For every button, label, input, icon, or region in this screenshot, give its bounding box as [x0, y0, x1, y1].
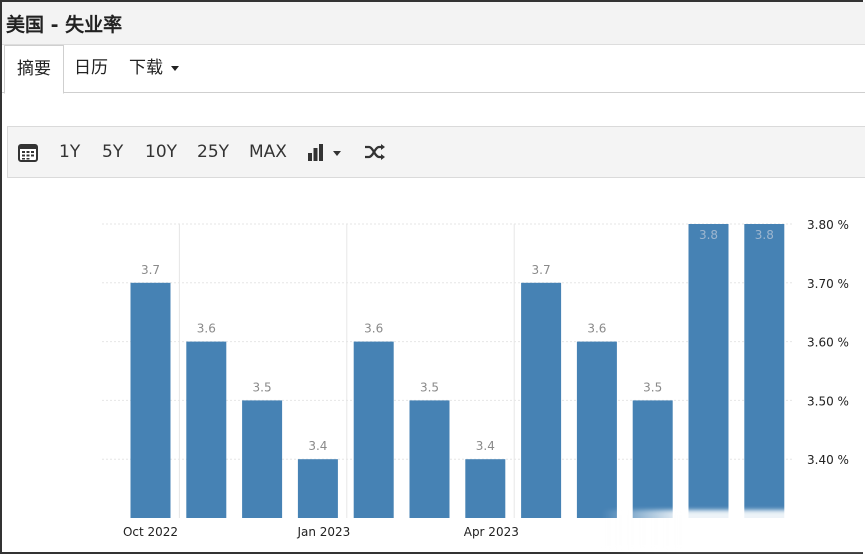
y-tick-label: 3.70 %	[807, 277, 849, 291]
range-25y-button[interactable]: 25Y	[197, 127, 229, 177]
chart-toolbar: 1Y 5Y 10Y 25Y MAX	[7, 126, 865, 178]
bar-value-label: 3.5	[420, 380, 439, 394]
tab-download[interactable]: 下载	[117, 45, 191, 91]
bar-value-label: 3.4	[476, 439, 495, 453]
bar-jul-2023	[632, 400, 673, 518]
bar-dec-2022	[242, 400, 283, 518]
range-5y-button[interactable]: 5Y	[102, 127, 123, 177]
bar-value-label: 3.5	[643, 380, 662, 394]
x-tick-label: Oct 2022	[123, 525, 178, 539]
bar-value-label: 3.7	[532, 263, 551, 277]
range-max-button[interactable]: MAX	[249, 127, 287, 177]
bar-feb-2023	[353, 341, 394, 518]
bar-value-label: 3.4	[308, 439, 327, 453]
y-tick-label: 3.60 %	[807, 336, 849, 350]
page-title: 美国 - 失业率	[6, 14, 123, 36]
chevron-down-icon	[171, 65, 179, 71]
bar-value-label: 3.8	[755, 228, 774, 242]
bar-apr-2023	[465, 459, 506, 518]
y-tick-label: 3.40 %	[807, 453, 849, 467]
bar-value-label: 3.6	[364, 322, 383, 336]
x-tick-label: Jan 2023	[296, 525, 350, 539]
bar-may-2023	[521, 282, 562, 518]
x-tick-label: Apr 2023	[464, 525, 519, 539]
range-1y-button[interactable]: 1Y	[59, 127, 80, 177]
bar-chart-icon[interactable]	[307, 143, 347, 165]
bar-value-label: 3.6	[197, 322, 216, 336]
unemployment-bar-chart: 3.7 3.6 3.5 3.4 3.6 3.5 3.4 3.7 3.6 3.5 3.8 3.8 Oct …	[102, 218, 849, 539]
bar-value-label: 3.8	[699, 228, 718, 242]
y-tick-label: 3.80 %	[807, 218, 849, 232]
range-10y-button[interactable]: 10Y	[145, 127, 177, 177]
window-frame: 美国 - 失业率 摘要 日历 下载 1Y 5Y 10Y 25Y MAX 3.7 …	[0, 0, 865, 554]
bar-jun-2023	[576, 341, 617, 518]
bar-value-label: 3.7	[141, 263, 160, 277]
bar-sep-2023	[744, 224, 785, 518]
chart-area: 3.7 3.6 3.5 3.4 3.6 3.5 3.4 3.7 3.6 3.5 3.8 3.8 Oct …	[2, 178, 865, 552]
bar-jan-2023	[297, 459, 338, 518]
chevron-down-icon	[333, 151, 341, 156]
tab-calendar[interactable]: 日历	[62, 45, 120, 91]
bar-oct-2022	[130, 282, 171, 518]
y-tick-label: 3.50 %	[807, 394, 849, 408]
tab-summary[interactable]: 摘要	[4, 45, 64, 94]
tab-bar: 摘要 日历 下载	[2, 45, 865, 94]
title-bar: 美国 - 失业率	[2, 2, 865, 45]
bar-value-label: 3.6	[587, 322, 606, 336]
watermark-blur	[602, 510, 865, 550]
shuffle-icon[interactable]	[364, 143, 386, 165]
bar-mar-2023	[409, 400, 450, 518]
bar-nov-2022	[186, 341, 227, 518]
bar-aug-2023	[688, 224, 729, 518]
tab-download-label: 下载	[129, 58, 163, 78]
calendar-icon[interactable]	[18, 142, 38, 166]
bar-value-label: 3.5	[253, 380, 272, 394]
